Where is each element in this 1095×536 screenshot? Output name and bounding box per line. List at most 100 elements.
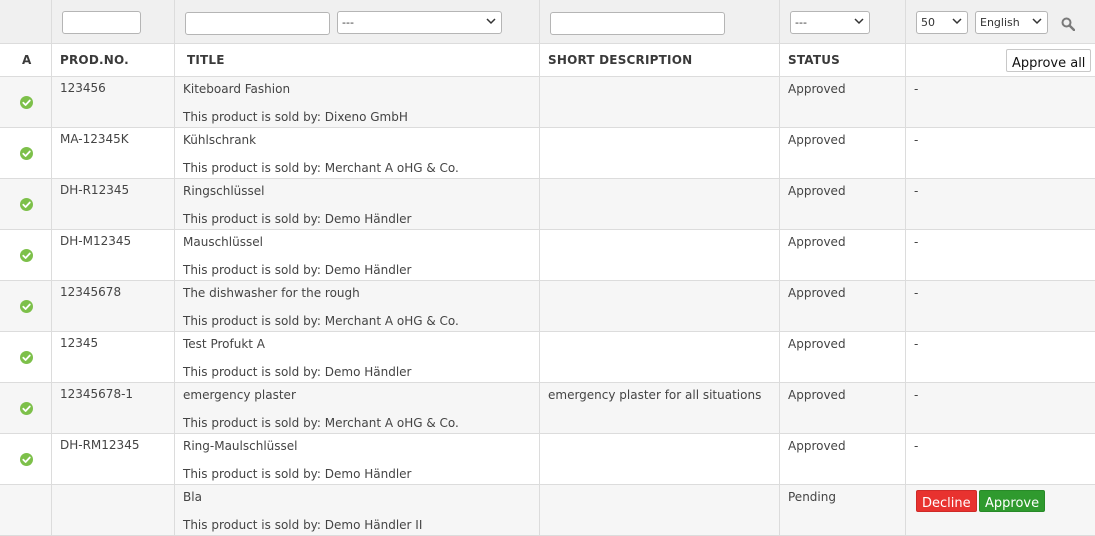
short-description-cell xyxy=(540,128,780,178)
prod-no-text: DH-R12345 xyxy=(60,183,130,197)
action-cell: - xyxy=(906,383,1095,433)
status-filter-select[interactable]: --- xyxy=(790,11,870,34)
check-circle-icon xyxy=(20,351,33,364)
title-cell: emergency plaster This product is sold by… xyxy=(175,383,540,433)
table-row[interactable]: 12345 Test Profukt A This product is sold … xyxy=(0,332,1095,383)
title-filter-select[interactable]: --- xyxy=(337,11,502,34)
short-description-cell xyxy=(540,281,780,331)
active-cell xyxy=(0,128,52,178)
seller-text: This product is sold by: Demo Händler xyxy=(183,263,412,277)
title-cell: Mauschlüssel This product is sold by: Dem… xyxy=(175,230,540,280)
header-cell-title: TITLE xyxy=(175,44,540,76)
column-divider xyxy=(539,0,540,536)
table-row[interactable]: 12345678 The dishwasher for the rough This… xyxy=(0,281,1095,332)
filter-cell-title: --- xyxy=(175,0,540,43)
column-divider xyxy=(174,0,175,536)
filter-cell-actions: 50 English xyxy=(906,0,1095,43)
check-circle-icon xyxy=(20,147,33,160)
product-title-text: Kiteboard Fashion xyxy=(183,82,291,96)
title-filter-select-wrap: --- xyxy=(337,11,502,34)
active-cell xyxy=(0,230,52,280)
short-description-filter-input[interactable] xyxy=(550,12,725,35)
check-circle-icon xyxy=(20,453,33,466)
column-divider xyxy=(779,0,780,536)
status-text: Pending xyxy=(788,490,836,504)
prod-no-cell: MA-12345K xyxy=(52,128,175,178)
short-description-cell xyxy=(540,434,780,484)
prod-no-filter-input[interactable] xyxy=(62,11,141,34)
column-header-prod-no[interactable]: PROD.NO. xyxy=(60,53,129,67)
product-title-text: Test Profukt A xyxy=(183,337,265,351)
table-row[interactable]: Bla This product is sold by: Demo Händler… xyxy=(0,485,1095,536)
status-filter-select-wrap: --- xyxy=(790,11,870,34)
table-row[interactable]: DH-R12345 Ringschlüssel This product is so… xyxy=(0,179,1095,230)
active-cell xyxy=(0,179,52,229)
header-cell-active: A xyxy=(0,44,52,76)
active-cell xyxy=(0,77,52,127)
product-title-text: Ring-Maulschlüssel xyxy=(183,439,298,453)
column-header-title[interactable]: TITLE xyxy=(187,53,225,67)
prod-no-cell: DH-M12345 xyxy=(52,230,175,280)
table-row[interactable]: 123456 Kiteboard Fashion This product is s… xyxy=(0,77,1095,128)
language-select[interactable]: English xyxy=(975,11,1048,34)
short-description-cell: emergency plaster for all situations xyxy=(540,383,780,433)
product-title-text: emergency plaster xyxy=(183,388,296,402)
status-text: Approved xyxy=(788,388,846,402)
status-text: Approved xyxy=(788,184,846,198)
active-cell xyxy=(0,332,52,382)
check-circle-icon xyxy=(20,96,33,109)
product-title-text: Bla xyxy=(183,490,202,504)
product-title-text: Ringschlüssel xyxy=(183,184,265,198)
status-cell: Approved xyxy=(780,383,906,433)
action-placeholder-text: - xyxy=(914,82,919,96)
filter-cell-status: --- xyxy=(780,0,906,43)
prod-no-text: MA-12345K xyxy=(60,132,129,146)
product-title-text: Kühlschrank xyxy=(183,133,257,147)
column-header-active[interactable]: A xyxy=(22,53,32,67)
seller-text: This product is sold by: Demo Händler II xyxy=(183,518,423,532)
check-circle-icon xyxy=(20,198,33,211)
column-divider xyxy=(905,0,906,536)
approve-all-button[interactable]: Approve all xyxy=(1006,49,1092,72)
status-cell: Approved xyxy=(780,128,906,178)
search-icon[interactable] xyxy=(1061,17,1075,31)
check-circle-icon xyxy=(20,249,33,262)
prod-no-cell xyxy=(52,485,175,535)
approve-button[interactable]: Approve xyxy=(979,490,1046,512)
filter-cell-prod-no xyxy=(52,0,175,43)
prod-no-text: DH-M12345 xyxy=(60,234,132,248)
title-cell: Test Profukt A This product is sold by: D… xyxy=(175,332,540,382)
status-text: Approved xyxy=(788,286,846,300)
action-placeholder-text: - xyxy=(914,439,919,453)
title-filter-input[interactable] xyxy=(185,12,330,35)
title-cell: Bla This product is sold by: Demo Händler… xyxy=(175,485,540,535)
prod-no-text: DH-RM12345 xyxy=(60,438,140,452)
table-row[interactable]: DH-M12345 Mauschlüssel This product is sol… xyxy=(0,230,1095,281)
prod-no-text: 12345 xyxy=(60,336,99,350)
action-cell: Decline Approve xyxy=(906,485,1095,535)
column-header-short-description[interactable]: SHORT DESCRIPTION xyxy=(548,53,692,67)
filter-cell-short-description xyxy=(540,0,780,43)
prod-no-text: 123456 xyxy=(60,81,106,95)
title-cell: Kiteboard Fashion This product is sold by… xyxy=(175,77,540,127)
decline-button[interactable]: Decline xyxy=(916,490,977,512)
status-text: Approved xyxy=(788,82,846,96)
header-cell-prod-no: PROD.NO. xyxy=(52,44,175,76)
table-row[interactable]: 12345678-1 emergency plaster This product … xyxy=(0,383,1095,434)
product-approval-grid: --- --- 50 English A PROD.NO. TITLE SHOR… xyxy=(0,0,1095,536)
language-select-wrap: English xyxy=(975,11,1048,34)
check-circle-icon xyxy=(20,402,33,415)
short-description-cell xyxy=(540,485,780,535)
action-cell: - xyxy=(906,230,1095,280)
table-row[interactable]: MA-12345K Kühlschrank This product is sold… xyxy=(0,128,1095,179)
prod-no-cell: 12345678 xyxy=(52,281,175,331)
column-divider xyxy=(51,0,52,536)
status-text: Approved xyxy=(788,133,846,147)
column-header-status[interactable]: STATUS xyxy=(788,53,840,67)
per-page-select[interactable]: 50 xyxy=(916,11,968,34)
action-cell: - xyxy=(906,77,1095,127)
action-placeholder-text: - xyxy=(914,286,919,300)
seller-text: This product is sold by: Demo Händler xyxy=(183,212,412,226)
action-placeholder-text: - xyxy=(914,133,919,147)
table-row[interactable]: DH-RM12345 Ring-Maulschlüssel This product… xyxy=(0,434,1095,485)
